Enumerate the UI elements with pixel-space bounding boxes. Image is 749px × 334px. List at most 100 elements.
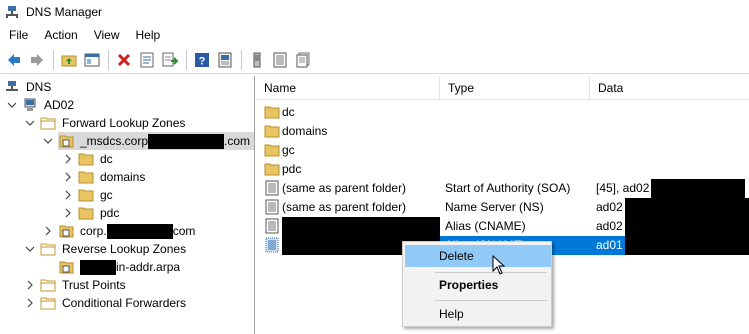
record-name: (same as parent folder) (282, 200, 407, 214)
menu-bar: File Action View Help (0, 24, 749, 46)
folder-icon (264, 142, 280, 158)
list-item[interactable]: dc (256, 103, 749, 122)
zone-copy-icon[interactable] (292, 49, 314, 71)
tree-node-reverse-zone[interactable]: in-addr.arpa (58, 258, 182, 276)
context-menu-properties[interactable]: Properties (405, 274, 551, 296)
tree-label: Reverse Lookup Zones (62, 242, 187, 256)
back-arrow-icon[interactable] (3, 49, 25, 71)
tree-label: gc (100, 188, 113, 202)
folder-icon (40, 295, 56, 311)
context-menu-separator (435, 272, 547, 273)
zone-icon (58, 223, 74, 239)
record-icon (264, 199, 280, 215)
tree-node-msdcs-zone[interactable]: _msdcs.corp .com (42, 132, 254, 150)
folder-icon (40, 277, 56, 293)
column-header-data[interactable]: Data (590, 76, 749, 100)
toolbar-separator (53, 49, 54, 70)
redacted-text (80, 260, 116, 276)
up-folder-icon[interactable] (58, 49, 80, 71)
record-data: ad02 (596, 217, 749, 236)
forward-arrow-icon[interactable] (26, 49, 48, 71)
tree-node-dns[interactable]: DNS (4, 78, 53, 96)
console-icon[interactable] (214, 49, 236, 71)
tree-node-conditional-forwarders[interactable]: Conditional Forwarders (24, 294, 188, 312)
tree-node-domains[interactable]: domains (62, 168, 147, 186)
folder-icon (78, 205, 94, 221)
menu-view[interactable]: View (86, 24, 128, 46)
list-item[interactable]: Alias (CNAME) ad02 (256, 217, 749, 236)
folder-icon (78, 151, 94, 167)
chevron-right-icon[interactable] (62, 189, 74, 201)
zone-name-prefix: corp. (80, 224, 107, 238)
record-type: Name Server (NS) (445, 200, 544, 214)
chevron-right-icon[interactable] (24, 279, 36, 291)
record-type: Alias (CNAME) (445, 219, 526, 233)
record-data: [45], ad02 (596, 179, 746, 198)
zone-name-suffix: com (172, 224, 196, 238)
chevron-right-icon[interactable] (62, 207, 74, 219)
folder-icon (264, 123, 280, 139)
tree-label: dc (100, 152, 113, 166)
zone-icon (58, 259, 74, 275)
zone-name-suffix: .com (224, 134, 251, 148)
tree-node-pdc[interactable]: pdc (62, 204, 121, 222)
record-type: Start of Authority (SOA) (445, 181, 571, 195)
folder-icon (78, 187, 94, 203)
folder-icon (40, 241, 56, 257)
chevron-right-icon[interactable] (42, 225, 54, 237)
chevron-right-icon[interactable] (24, 297, 36, 309)
column-header-name[interactable]: Name (256, 76, 440, 100)
title-bar: DNS Manager (0, 0, 749, 24)
list-item[interactable]: (same as parent folder) Name Server (NS)… (256, 198, 749, 217)
context-menu-delete[interactable]: Delete (405, 245, 551, 267)
redacted-text (624, 198, 749, 217)
tree-label: Forward Lookup Zones (62, 116, 186, 130)
server-icon (22, 97, 38, 113)
chevron-right-icon[interactable] (62, 171, 74, 183)
redacted-text (651, 179, 746, 198)
tree-label: in-addr.arpa (78, 258, 182, 276)
list-item[interactable]: pdc (256, 160, 749, 179)
list-item[interactable]: (same as parent folder) Start of Authori… (256, 179, 749, 198)
chevron-right-icon[interactable] (62, 153, 74, 165)
context-menu-help[interactable]: Help (405, 303, 551, 325)
record-icon (264, 180, 280, 196)
record-name: gc (282, 143, 295, 157)
tree-label: DNS (26, 80, 52, 94)
redacted-text (624, 217, 749, 236)
zone-name-prefix: _msdcs.corp (80, 134, 149, 148)
context-menu-separator (435, 300, 547, 301)
chevron-down-icon[interactable] (6, 99, 18, 111)
tree-label: AD02 (44, 98, 75, 112)
delete-icon[interactable] (113, 49, 135, 71)
tree-node-reverse-lookup-zones[interactable]: Reverse Lookup Zones (24, 240, 188, 258)
tree-label: Trust Points (62, 278, 126, 292)
server-icon[interactable] (246, 49, 268, 71)
dns-icon (4, 79, 20, 95)
tree-label: Conditional Forwarders (62, 296, 187, 310)
show-hide-tree-icon[interactable] (81, 49, 103, 71)
column-header-type[interactable]: Type (440, 76, 590, 100)
tree-node-server[interactable]: AD02 (6, 96, 76, 114)
tree-node-forward-lookup-zones[interactable]: Forward Lookup Zones (24, 114, 187, 132)
list-item[interactable]: domains (256, 122, 749, 141)
menu-action[interactable]: Action (36, 24, 85, 46)
menu-help[interactable]: Help (128, 24, 169, 46)
record-name: dc (282, 105, 295, 119)
properties-icon[interactable] (136, 49, 158, 71)
console-tree: DNS AD02 Forward Lookup Zones _msdcs.cor… (0, 76, 255, 334)
menu-file[interactable]: File (0, 24, 36, 46)
record-icon (264, 218, 280, 234)
list-item[interactable]: gc (256, 141, 749, 160)
zone-icon[interactable] (269, 49, 291, 71)
tree-node-trust-points[interactable]: Trust Points (24, 276, 128, 294)
redacted-text (106, 224, 173, 240)
tree-node-gc[interactable]: gc (62, 186, 115, 204)
chevron-down-icon[interactable] (42, 135, 54, 147)
tree-node-dc[interactable]: dc (62, 150, 115, 168)
tree-node-corp-zone[interactable]: corp. com (42, 222, 197, 240)
chevron-down-icon[interactable] (24, 117, 36, 129)
help-icon[interactable]: ? (191, 49, 213, 71)
export-list-icon[interactable] (159, 49, 181, 71)
chevron-down-icon[interactable] (24, 243, 36, 255)
